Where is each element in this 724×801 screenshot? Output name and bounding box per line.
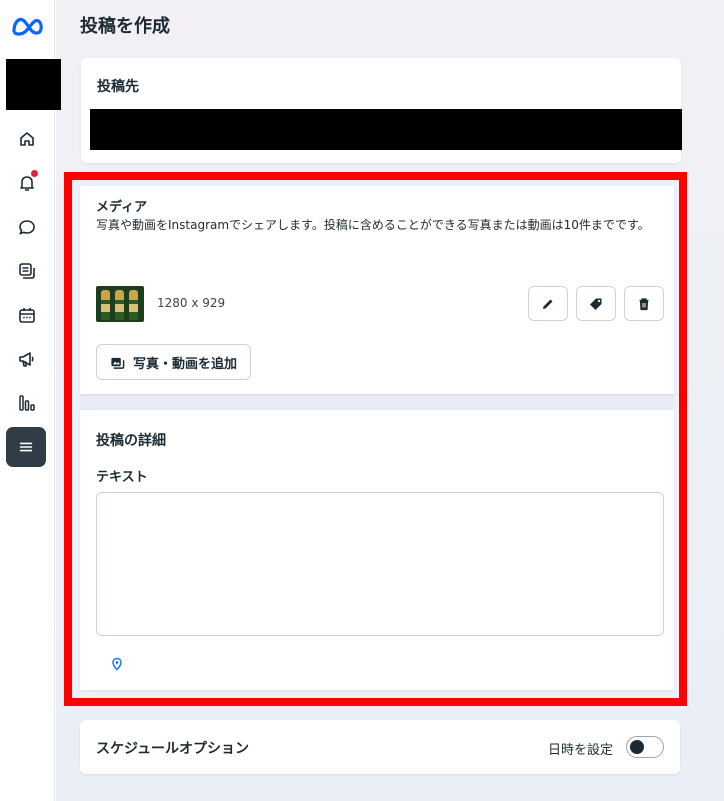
pencil-icon xyxy=(543,299,553,309)
page-title: 投稿を作成 xyxy=(80,16,170,37)
section-divider xyxy=(80,394,674,410)
toggle-knob xyxy=(630,740,644,754)
tag-media-button[interactable] xyxy=(576,286,616,321)
destination-title: 投稿先 xyxy=(97,79,139,95)
chat-icon[interactable] xyxy=(14,214,40,240)
media-description: 写真や動画をInstagramでシェアします。投稿に含めることができる写真または… xyxy=(96,218,650,232)
media-dimensions: 1280 x 929 xyxy=(157,296,226,310)
bottle-image xyxy=(115,290,124,320)
calendar-icon[interactable] xyxy=(14,302,40,328)
details-title: 投稿の詳細 xyxy=(96,433,166,449)
schedule-options-card: スケジュールオプション 日時を設定 xyxy=(80,720,680,774)
redacted-account-avatar xyxy=(6,59,61,110)
bottle-image xyxy=(101,290,110,320)
redacted-destination-selector[interactable] xyxy=(90,109,682,150)
tag-icon xyxy=(590,298,602,310)
meta-logo-icon[interactable] xyxy=(10,14,46,38)
edit-media-button[interactable] xyxy=(528,286,568,321)
text-label: テキスト xyxy=(96,470,148,485)
add-media-icon xyxy=(111,357,125,369)
megaphone-icon[interactable] xyxy=(14,346,40,372)
sidebar xyxy=(0,0,55,801)
delete-media-button[interactable] xyxy=(624,286,664,321)
menu-icon[interactable] xyxy=(6,427,46,467)
post-text-input[interactable] xyxy=(96,492,664,636)
bottle-image xyxy=(129,290,138,320)
trash-icon xyxy=(639,297,649,310)
insights-icon[interactable] xyxy=(14,390,40,416)
posts-icon[interactable] xyxy=(14,258,40,284)
media-card: メディア 写真や動画をInstagramでシェアします。投稿に含めることができる… xyxy=(80,186,674,394)
notification-badge xyxy=(31,170,38,177)
schedule-title: スケジュールオプション xyxy=(96,741,250,757)
add-photo-video-button[interactable]: 写真・動画を追加 xyxy=(96,344,251,380)
home-icon[interactable] xyxy=(14,126,40,152)
location-icon[interactable] xyxy=(110,657,124,671)
set-datetime-label: 日時を設定 xyxy=(548,743,614,758)
set-datetime-toggle[interactable] xyxy=(626,736,664,758)
post-details-card: 投稿の詳細 テキスト xyxy=(80,410,674,690)
media-title: メディア xyxy=(96,200,148,215)
add-photo-video-label: 写真・動画を追加 xyxy=(132,356,237,372)
media-thumbnail[interactable] xyxy=(96,286,144,322)
